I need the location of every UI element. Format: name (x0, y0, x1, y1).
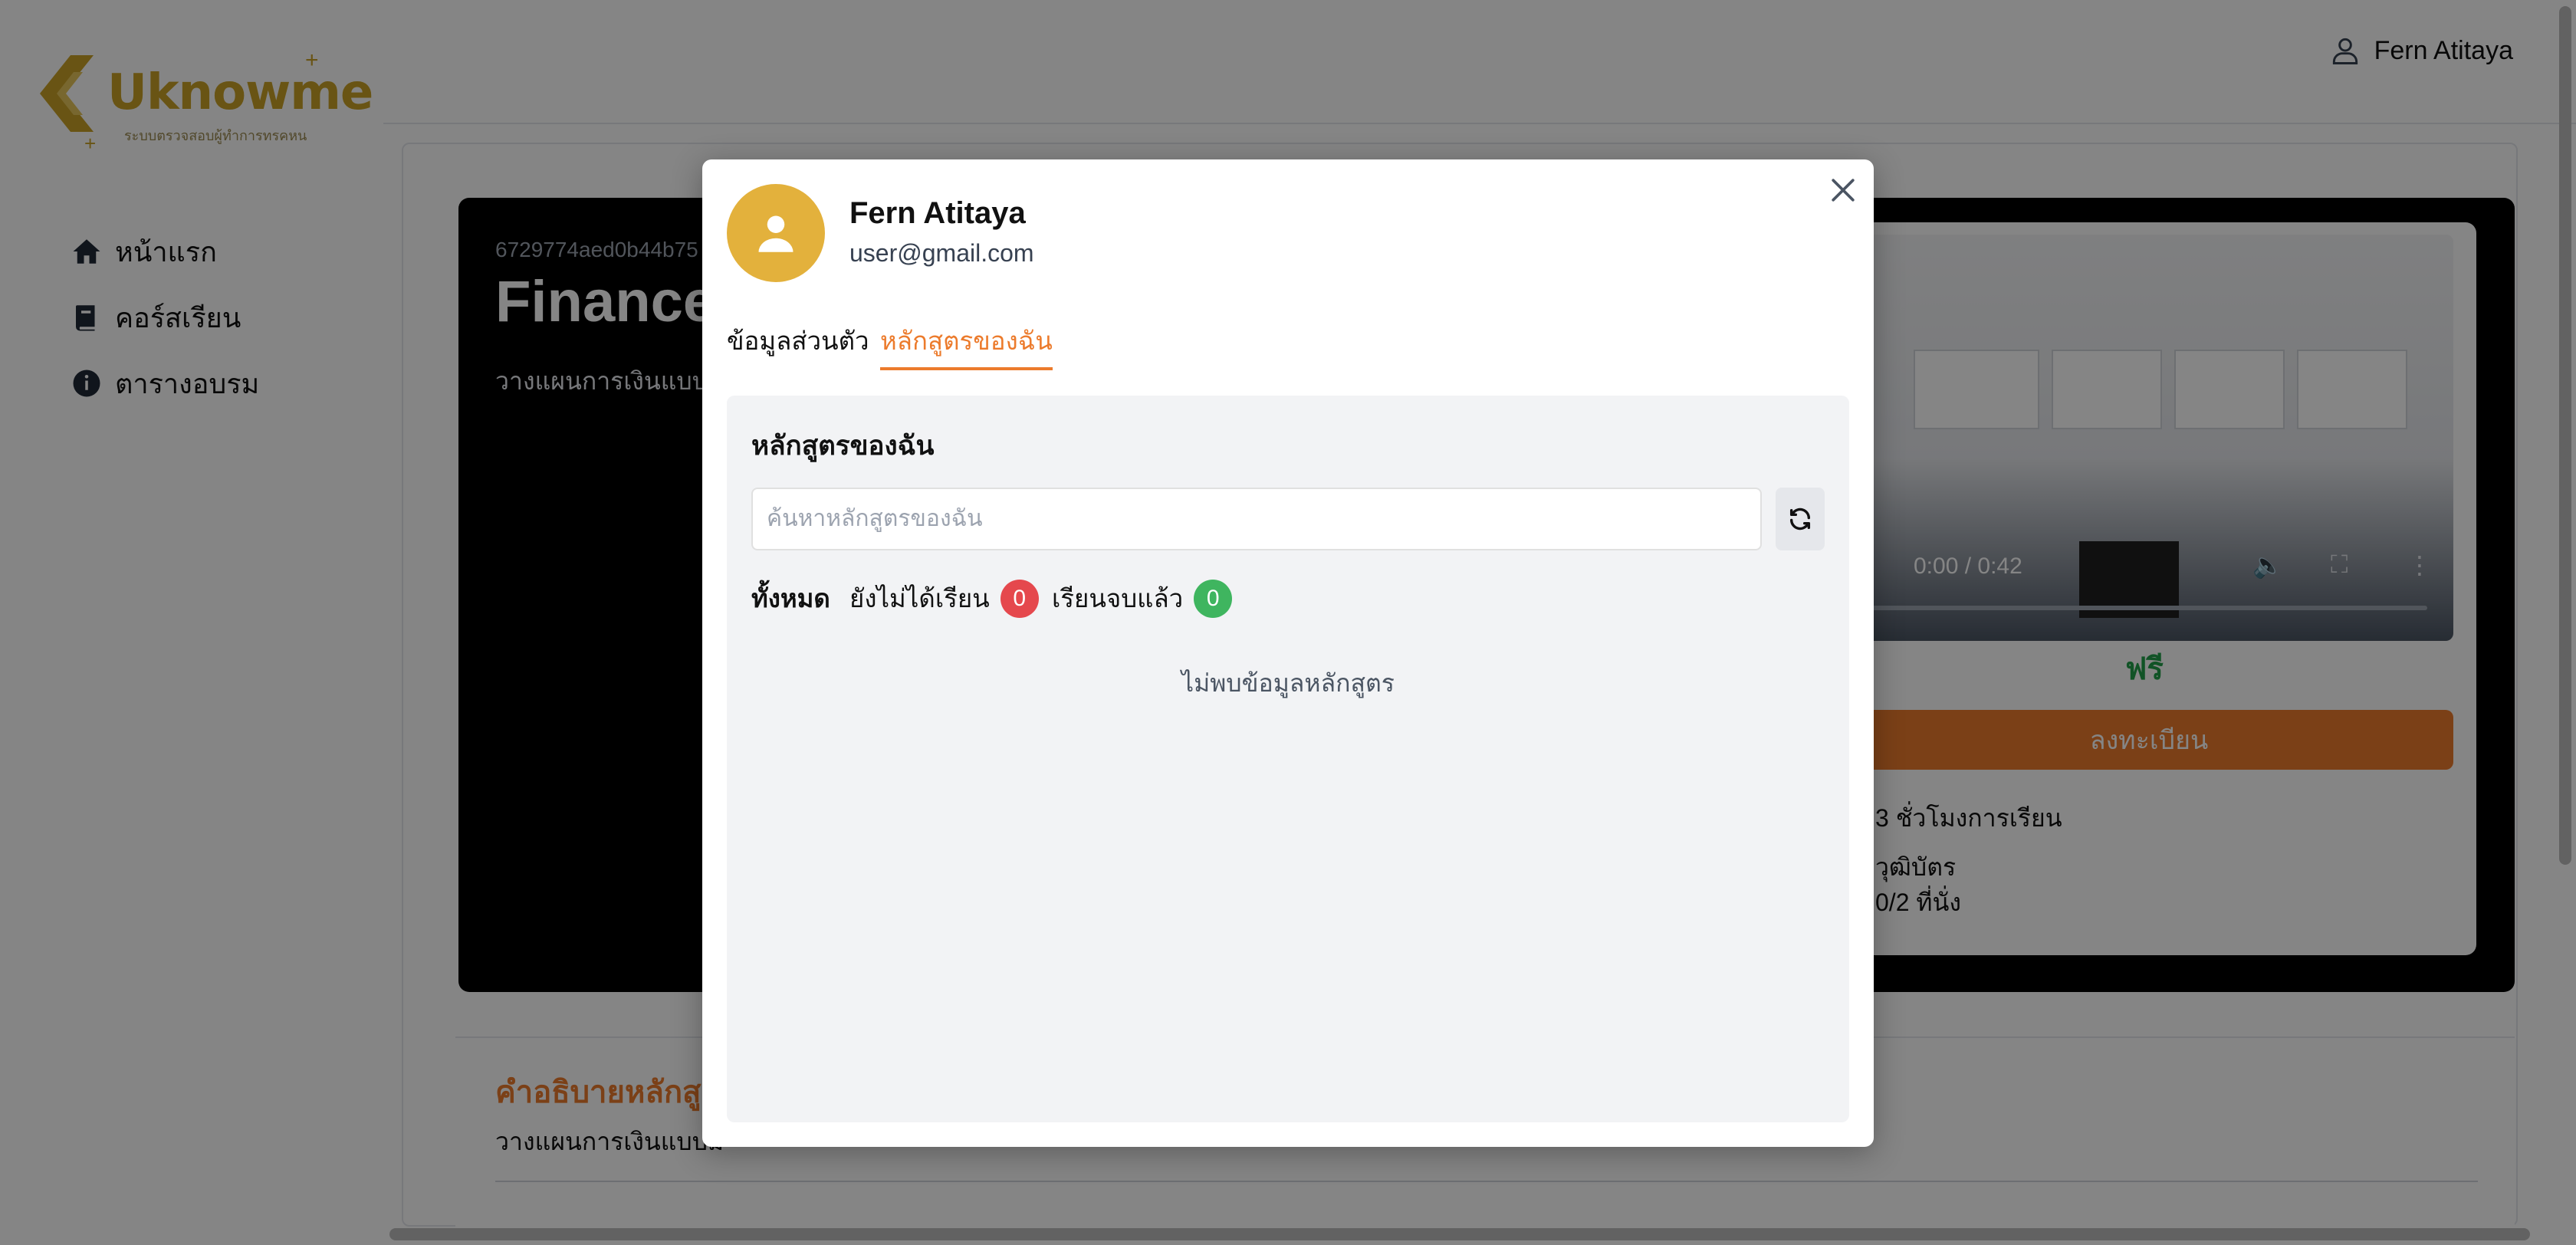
tab-profile[interactable]: ข้อมูลส่วนตัว (727, 320, 869, 367)
avatar (727, 184, 825, 282)
empty-state-message: ไม่พบข้อมูลหลักสูตร (1181, 669, 1395, 697)
filter-not-started-label: ยังไม่ได้เรียน (849, 584, 990, 613)
filter-completed[interactable]: เรียนจบแล้ว 0 (1052, 578, 1233, 619)
close-icon[interactable] (1826, 173, 1860, 207)
filter-completed-label: เรียนจบแล้ว (1052, 584, 1184, 613)
course-search-input[interactable] (751, 488, 1762, 550)
refresh-icon (1789, 508, 1811, 531)
modal-user-name: Fern Atitaya (849, 196, 1026, 230)
tab-my-courses[interactable]: หลักสูตรของฉัน (880, 320, 1053, 370)
filter-all[interactable]: ทั้งหมด (751, 578, 830, 619)
count-badge: 0 (1194, 579, 1233, 618)
panel-title: หลักสูตรของฉัน (751, 431, 935, 461)
filter-all-label: ทั้งหมด (751, 584, 830, 613)
user-icon (758, 215, 794, 252)
filter-not-started[interactable]: ยังไม่ได้เรียน 0 (849, 578, 1039, 619)
count-badge: 0 (1000, 579, 1039, 618)
refresh-button[interactable] (1776, 488, 1825, 550)
modal-user-email: user@gmail.com (849, 239, 1034, 267)
